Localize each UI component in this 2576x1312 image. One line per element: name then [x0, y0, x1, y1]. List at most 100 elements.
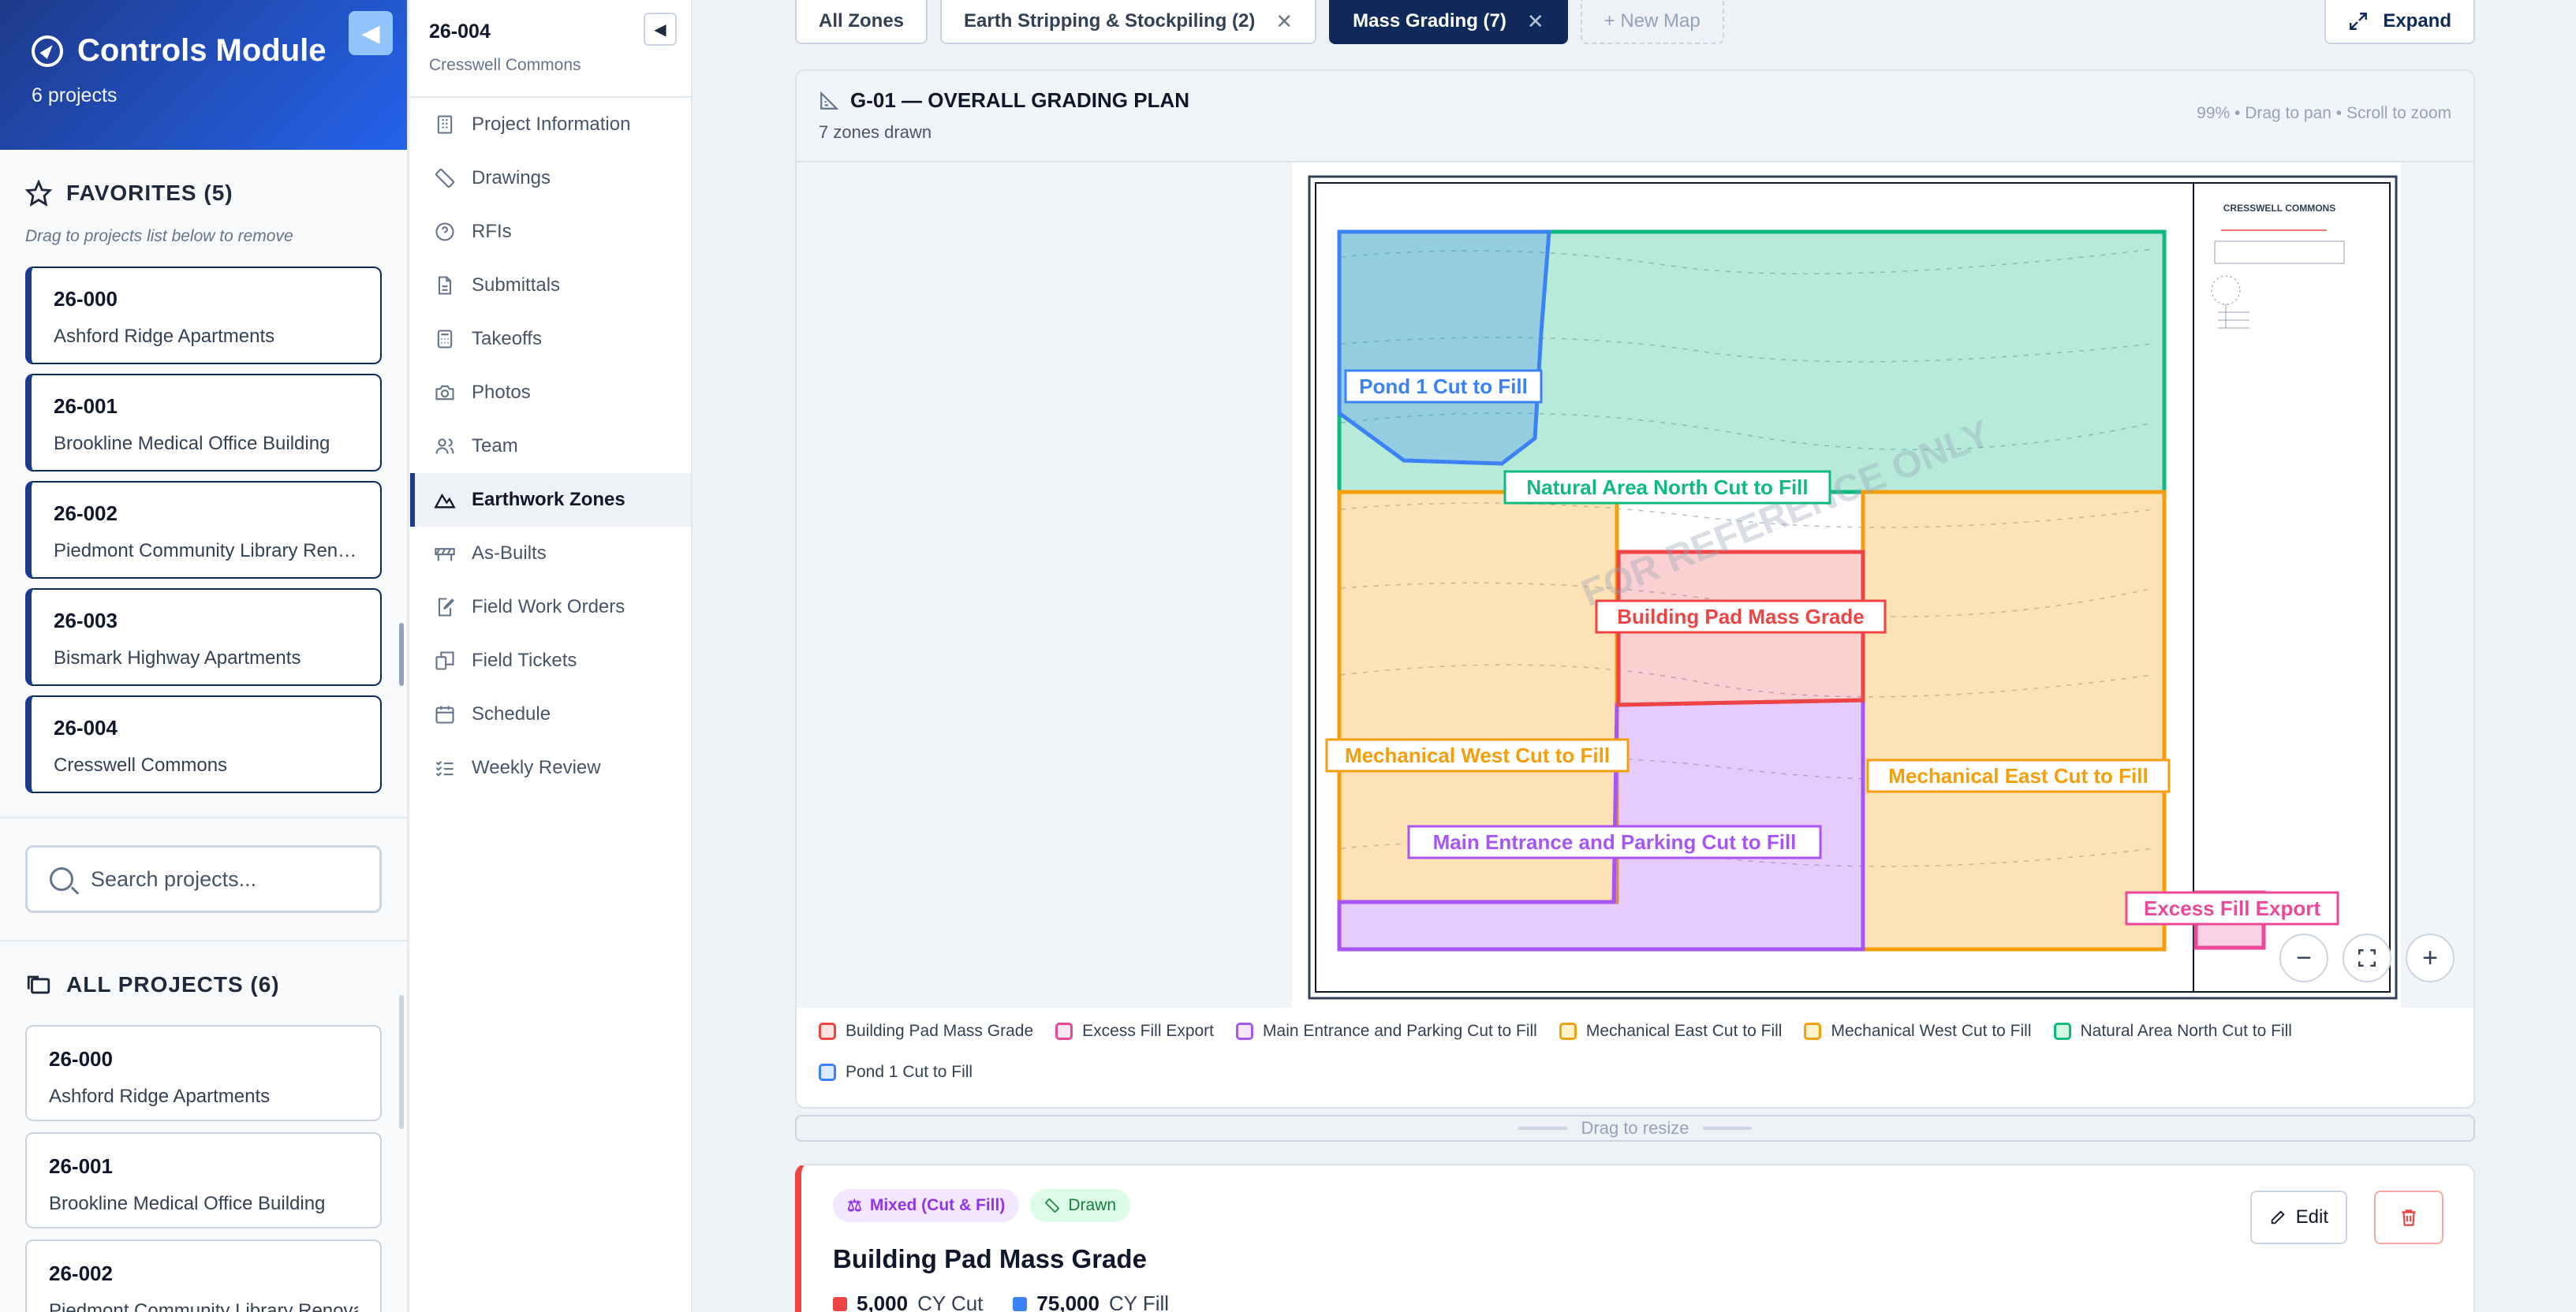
zone-pond-1[interactable] [1337, 229, 1551, 466]
app-title: Controls Module [77, 33, 327, 68]
clipboard-edit-icon [438, 598, 454, 617]
map-tabs: All Zones Earth Stripping & Stockpiling … [795, 0, 1724, 44]
edit-button[interactable]: Edit [2249, 1191, 2347, 1244]
legend-swatch [2053, 1023, 2071, 1040]
grading-plan-drawing[interactable]: CRESSWELL COMMONS FOR REFERENCE ONLY Pon… [797, 162, 2475, 1008]
nav-item-rfis[interactable]: RFIs [410, 205, 691, 259]
nav-item-weekly-review[interactable]: Weekly Review [410, 741, 691, 795]
document-icon [438, 276, 452, 295]
cut-color-dot [833, 1296, 847, 1311]
zoom-out-button[interactable]: − [2279, 934, 2328, 982]
zone-label-excess-fill: Excess Fill Export [2144, 896, 2320, 920]
favorite-project-card[interactable]: 26-003 Bismark Highway Apartments [25, 588, 382, 686]
legend-label: Pond 1 Cut to Fill [846, 1063, 973, 1081]
nav-item-submittals[interactable]: Submittals [410, 259, 691, 312]
legend-label: Natural Area North Cut to Fill [2080, 1022, 2292, 1040]
close-icon[interactable]: ✕ [1527, 9, 1544, 34]
nav-item-field-tickets[interactable]: Field Tickets [410, 634, 691, 688]
projects-scrollbar[interactable] [399, 995, 404, 1129]
users-icon [435, 438, 454, 454]
favorites-scrollbar[interactable] [399, 623, 404, 686]
nav-item-label: Photos [472, 382, 531, 403]
resize-handle[interactable]: Drag to resize [795, 1115, 2475, 1142]
zone-label-building-pad: Building Pad Mass Grade [1617, 605, 1865, 628]
folders-icon [27, 975, 50, 994]
collapse-sidebar-button[interactable]: ◀ [349, 11, 393, 55]
zone-card[interactable]: ⚖ Mixed (Cut & Fill) Drawn Building Pad … [795, 1164, 2475, 1312]
legend-swatch [1559, 1023, 1577, 1040]
nav-item-field-work-orders[interactable]: Field Work Orders [410, 580, 691, 634]
cut-volume: 5,000 CY Cut [833, 1292, 983, 1312]
legend-swatch [1804, 1023, 1822, 1040]
map-zone-count: 7 zones drawn [819, 122, 932, 142]
tab-label: All Zones [819, 10, 905, 32]
expand-button[interactable]: Expand [2324, 0, 2475, 44]
project-code: 26-002 [54, 501, 118, 525]
project-card[interactable]: 26-001 Brookline Medical Office Building [25, 1132, 382, 1228]
nav-item-earthwork-zones[interactable]: Earthwork Zones [410, 473, 691, 527]
zoom-in-button[interactable]: + [2406, 934, 2455, 982]
ruler-icon [1045, 1198, 1060, 1213]
favorite-project-card[interactable]: 26-001 Brookline Medical Office Building [25, 374, 382, 472]
favorite-project-card[interactable]: 26-004 Cresswell Commons [25, 695, 382, 793]
divider [0, 817, 407, 818]
legend-label: Mechanical West Cut to Fill [1831, 1022, 2032, 1040]
search-placeholder: Search projects... [91, 867, 257, 891]
zone-label-natural-area-north: Natural Area North Cut to Fill [1526, 475, 1808, 499]
checklist-icon [435, 761, 454, 777]
zone-type-badge: ⚖ Mixed (Cut & Fill) [833, 1189, 1020, 1222]
nav-item-label: Takeoffs [472, 328, 542, 349]
favorite-project-card[interactable]: 26-000 Ashford Ridge Apartments [25, 266, 382, 364]
nav-list: Project Information Drawings RFIs Submit… [410, 98, 691, 795]
legend-item: Excess Fill Export [1055, 1022, 1214, 1041]
legend-swatch [1236, 1023, 1254, 1040]
zone-label-main-entrance: Main Entrance and Parking Cut to Fill [1433, 830, 1797, 854]
zone-mechanical-east[interactable] [1861, 490, 2167, 952]
project-card[interactable]: 26-000 Ashford Ridge Apartments [25, 1025, 382, 1121]
nav-item-as-builts[interactable]: As-Builts [410, 527, 691, 580]
favorite-project-card[interactable]: 26-002 Piedmont Community Library Renovat… [25, 481, 382, 579]
nav-item-project-information[interactable]: Project Information [410, 98, 691, 151]
legend-item: Building Pad Mass Grade [819, 1022, 1033, 1041]
nav-item-photos[interactable]: Photos [410, 366, 691, 419]
legend-item: Mechanical East Cut to Fill [1559, 1022, 1782, 1041]
nav-item-label: Earthwork Zones [472, 489, 625, 510]
nav-item-team[interactable]: Team [410, 419, 691, 473]
project-code: 26-000 [54, 287, 118, 311]
expand-icon [2350, 13, 2368, 30]
tab-earth-stripping[interactable]: Earth Stripping & Stockpiling (2) ✕ [940, 0, 1317, 44]
project-name: Bismark Highway Apartments [54, 647, 301, 669]
tab-all-zones[interactable]: All Zones [795, 0, 928, 44]
new-map-button[interactable]: + New Map [1580, 0, 1724, 44]
legend-item: Natural Area North Cut to Fill [2053, 1022, 2292, 1041]
project-name: Piedmont Community Library Renovation [54, 540, 358, 561]
legend-swatch [819, 1064, 836, 1081]
nav-item-schedule[interactable]: Schedule [410, 688, 691, 741]
pencil-icon [2271, 1210, 2285, 1224]
legend-label: Main Entrance and Parking Cut to Fill [1263, 1022, 1537, 1040]
legend-item: Main Entrance and Parking Cut to Fill [1236, 1022, 1537, 1041]
search-input[interactable]: Search projects... [25, 845, 382, 913]
nav-item-drawings[interactable]: Drawings [410, 151, 691, 205]
project-name: Ashford Ridge Apartments [49, 1086, 271, 1107]
fit-to-screen-button[interactable] [2343, 934, 2391, 982]
tab-mass-grading[interactable]: Mass Grading (7) ✕ [1329, 0, 1568, 44]
project-name: Brookline Medical Office Building [49, 1193, 326, 1214]
favorites-heading: FAVORITES (5) [66, 181, 233, 205]
ruler-icon [435, 168, 455, 188]
project-card[interactable]: 26-002 Piedmont Community Library Renovat… [25, 1239, 382, 1312]
scale-icon: ⚖ [847, 1196, 862, 1215]
ruler-icon [820, 91, 839, 110]
nav-item-label: Project Information [472, 114, 631, 135]
cut-unit: CY Cut [917, 1292, 984, 1312]
map-canvas[interactable]: CRESSWELL COMMONS FOR REFERENCE ONLY Pon… [797, 162, 2475, 1008]
collapse-nav-button[interactable]: ◀ [644, 13, 677, 46]
resize-label: Drag to resize [1581, 1118, 1689, 1138]
status-label: Drawn [1068, 1196, 1117, 1214]
close-icon[interactable]: ✕ [1275, 9, 1293, 34]
project-name: Brookline Medical Office Building [54, 433, 330, 454]
nav-item-takeoffs[interactable]: Takeoffs [410, 312, 691, 366]
fill-unit: CY Fill [1108, 1292, 1170, 1312]
delete-button[interactable] [2374, 1191, 2443, 1244]
map-title: G-01 — OVERALL GRADING PLAN [850, 88, 1190, 112]
